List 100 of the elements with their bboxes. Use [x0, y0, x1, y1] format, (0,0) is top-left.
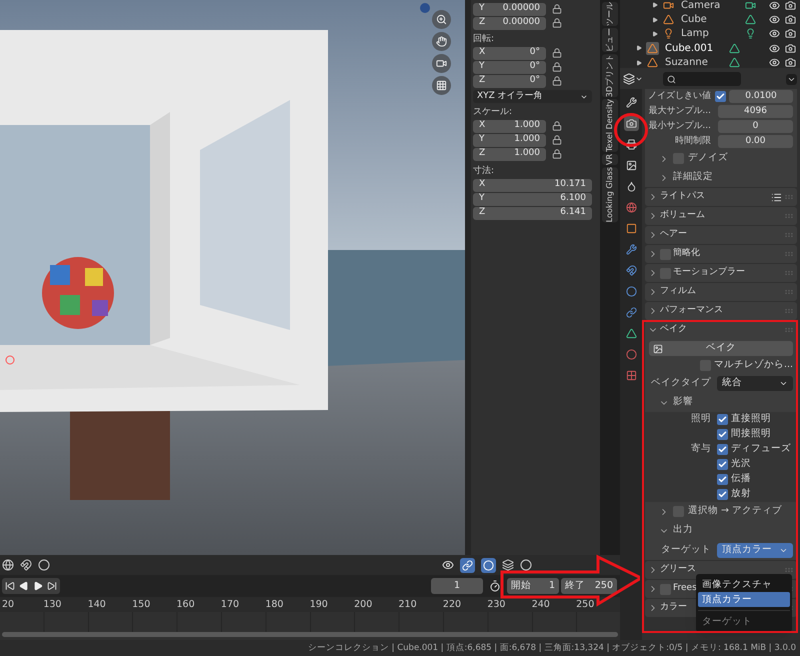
bake-button[interactable]: ベイク — [649, 341, 793, 356]
expand-arrow-icon[interactable] — [652, 2, 658, 8]
grip-icon[interactable] — [784, 230, 794, 240]
start-frame-field[interactable]: 開始 1 — [507, 578, 559, 594]
camera-icon[interactable] — [785, 0, 796, 11]
checkbox-label[interactable]: 直接照明 — [731, 412, 771, 427]
outliner-item[interactable]: Lamp — [681, 26, 745, 42]
circle-icon[interactable] — [624, 284, 638, 299]
camera-icon[interactable] — [624, 116, 638, 131]
expand-arrow-icon[interactable] — [652, 30, 658, 37]
sidebar-tab[interactable]: 3Dプリント — [602, 54, 618, 98]
editor-type-icon[interactable] — [623, 73, 643, 85]
grip-icon[interactable] — [784, 306, 794, 316]
eye-icon[interactable] — [769, 0, 780, 11]
grip-icon[interactable] — [784, 192, 794, 202]
camera-icon[interactable] — [785, 42, 796, 54]
expand-arrow-icon[interactable] — [636, 60, 642, 66]
camera-icon[interactable] — [785, 28, 796, 40]
sidebar-tab[interactable]: VR — [602, 154, 618, 166]
sidebar-tab[interactable]: Texel Density — [602, 99, 618, 152]
end-frame-field[interactable]: 終了 250 — [561, 578, 617, 594]
xray-icon[interactable] — [502, 559, 514, 571]
grip-icon[interactable] — [784, 325, 794, 335]
presets-icon[interactable] — [771, 192, 782, 202]
eye-icon[interactable] — [769, 42, 780, 54]
number-field[interactable]: Z 1.000 — [473, 148, 546, 160]
expand-arrow-icon[interactable] — [652, 16, 658, 23]
overlay-toggle-icon[interactable] — [481, 558, 496, 572]
number-field[interactable]: Y 6.100 — [473, 192, 592, 206]
globe-icon[interactable] — [624, 200, 638, 215]
eye-icon[interactable] — [769, 28, 780, 40]
number-field[interactable]: Z 6.141 — [473, 206, 592, 220]
number-field[interactable]: 0 — [718, 120, 793, 133]
eye-icon[interactable] — [769, 14, 780, 26]
number-field[interactable]: X 10.171 — [473, 178, 592, 192]
panel-header[interactable]: ライトパス — [645, 188, 797, 206]
number-field[interactable]: Y 1.000 — [473, 134, 546, 146]
lock-icon[interactable] — [552, 121, 562, 131]
panel-header[interactable]: パフォーマンス — [645, 302, 797, 320]
shading-icon[interactable] — [520, 559, 532, 571]
menu-item[interactable]: 頂点カラー — [698, 592, 790, 607]
lock-icon[interactable] — [552, 76, 562, 86]
number-field[interactable]: 0.00 — [718, 135, 793, 148]
outliner-item[interactable]: Camera — [681, 0, 745, 13]
lock-icon[interactable] — [552, 149, 562, 159]
expand-arrow-icon[interactable] — [636, 45, 642, 52]
checkbox[interactable] — [717, 429, 728, 440]
gizmo-toggle-icon[interactable] — [460, 558, 475, 572]
lock-icon[interactable] — [552, 62, 562, 72]
subpanel-title[interactable]: 出力 — [673, 523, 693, 538]
checkbox[interactable] — [717, 474, 728, 485]
checkbox[interactable] — [717, 444, 728, 455]
play-icon[interactable] — [33, 581, 43, 591]
object-data-icon[interactable] — [745, 14, 756, 26]
panel-header[interactable]: ボリューム — [645, 207, 797, 225]
number-field[interactable]: Y 0° — [473, 60, 546, 74]
proportional-icon[interactable] — [38, 559, 50, 571]
object-data-icon[interactable] — [745, 28, 756, 40]
checkbox[interactable] — [717, 414, 728, 425]
lock-icon[interactable] — [552, 4, 562, 14]
rotation-mode-dropdown[interactable]: XYZ オイラー角 — [473, 90, 592, 103]
play-reverse-icon[interactable] — [19, 581, 29, 591]
triangle-icon[interactable] — [624, 326, 638, 341]
magnet-icon[interactable] — [624, 263, 638, 278]
sidebar-tab[interactable]: ビュー — [602, 28, 618, 52]
camera-icon[interactable] — [785, 57, 796, 68]
object-data-icon[interactable] — [729, 57, 740, 68]
number-field[interactable]: Z 0.00000 — [473, 16, 546, 30]
checkbox[interactable] — [717, 489, 728, 500]
snap-icon[interactable] — [20, 559, 32, 571]
number-field[interactable]: X 0° — [473, 46, 546, 60]
object-data-icon[interactable] — [729, 42, 740, 54]
lock-icon[interactable] — [552, 18, 562, 28]
menu-item[interactable]: 画像テクスチャ — [698, 577, 790, 592]
panel-header[interactable]: モーションブラー — [645, 264, 797, 282]
sidebar-tab[interactable]: Looking Glass — [602, 167, 618, 222]
object-data-icon[interactable] — [745, 0, 756, 11]
grip-icon[interactable] — [784, 268, 794, 278]
lock-icon[interactable] — [552, 135, 562, 145]
link-icon[interactable] — [624, 305, 638, 320]
outliner-item[interactable]: Suzanne — [665, 55, 729, 68]
stopwatch-icon[interactable] — [489, 580, 501, 592]
checkbox[interactable] — [717, 459, 728, 470]
number-field[interactable]: 0.0100 — [729, 90, 793, 103]
printer-icon[interactable] — [624, 137, 638, 152]
scrollbar[interactable] — [2, 632, 618, 637]
search-field[interactable] — [663, 72, 741, 86]
jump-end-icon[interactable] — [47, 581, 57, 591]
number-field[interactable]: X 1.000 — [473, 120, 546, 132]
grip-icon[interactable] — [784, 565, 794, 575]
outliner-item[interactable]: Cube.001 — [665, 40, 729, 56]
wrench-icon[interactable] — [624, 95, 638, 110]
checkbox-label[interactable]: 放射 — [731, 487, 751, 502]
wrench-icon[interactable] — [624, 242, 638, 257]
dropdown[interactable]: 頂点カラー — [717, 542, 793, 558]
panel-header[interactable]: ベイク — [645, 321, 797, 339]
grip-icon[interactable] — [784, 211, 794, 221]
number-field[interactable]: Y 0.00000 — [473, 2, 546, 16]
panel-header[interactable]: フィルム — [645, 283, 797, 301]
grip-icon[interactable] — [784, 287, 794, 297]
